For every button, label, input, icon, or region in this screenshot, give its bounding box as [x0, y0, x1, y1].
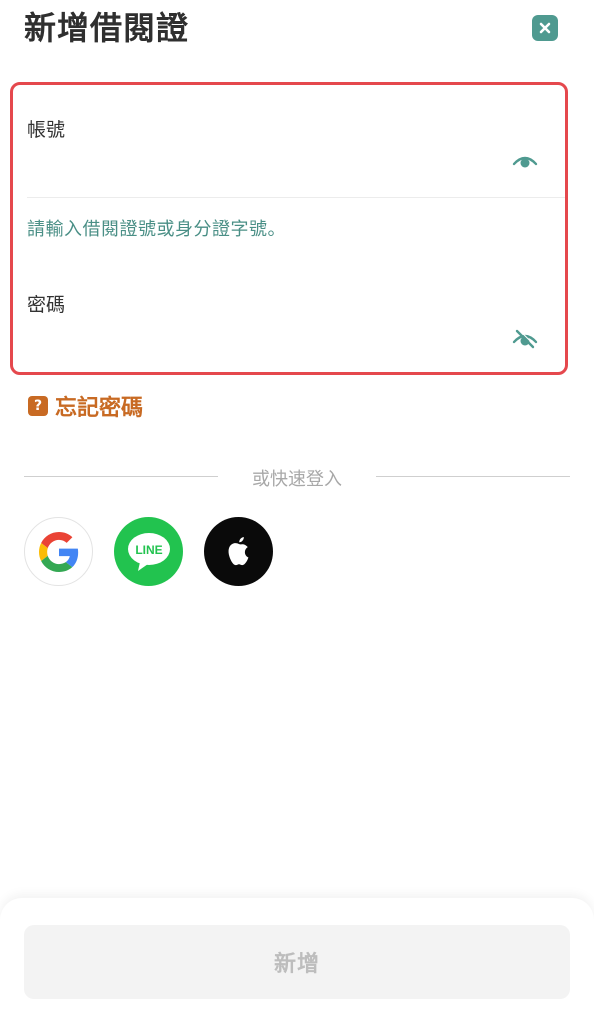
help-icon: ?: [28, 396, 48, 416]
bottom-action-panel: 新增: [0, 898, 594, 1024]
field-divider: [27, 197, 565, 198]
login-form: 帳號 請輸入借閱證號或身分證字號。 密碼: [10, 82, 568, 375]
line-icon: LINE: [127, 532, 170, 571]
page-title: 新增借閱證: [24, 9, 190, 47]
eye-off-icon: [512, 328, 538, 349]
divider-line-right: [376, 476, 570, 477]
account-label: 帳號: [27, 119, 66, 141]
google-login-button[interactable]: [24, 517, 93, 586]
forgot-password-label: 忘記密碼: [55, 396, 144, 421]
account-input[interactable]: [27, 145, 505, 175]
forgot-password-link[interactable]: ? 忘記密碼: [28, 390, 143, 422]
apple-icon: [228, 536, 248, 565]
add-library-card-page: 新增借閱證 帳號 請輸入借閱證號或身分證字號。 密碼 ? 忘記密碼 或快速登入 …: [0, 0, 594, 1024]
close-button[interactable]: [532, 15, 558, 41]
social-login-buttons: LINE: [24, 517, 273, 586]
add-button[interactable]: 新增: [24, 925, 570, 999]
account-visibility-toggle[interactable]: [511, 149, 539, 171]
line-login-button[interactable]: LINE: [114, 517, 183, 586]
password-input[interactable]: [27, 322, 505, 352]
google-icon: [38, 531, 78, 572]
account-hint: 請輸入借閱證號或身分證字號。: [27, 219, 286, 240]
quick-login-divider: 或快速登入: [24, 462, 570, 492]
password-label: 密碼: [27, 294, 66, 316]
line-icon-text: LINE: [135, 543, 162, 557]
password-visibility-toggle[interactable]: [511, 327, 539, 349]
account-field: 帳號: [13, 85, 565, 197]
eye-icon: [512, 156, 538, 168]
header: 新增借閱證: [24, 6, 570, 50]
password-field: 密碼: [13, 260, 565, 375]
close-icon: [539, 22, 551, 34]
quick-login-label: 或快速登入: [252, 469, 342, 490]
apple-login-button[interactable]: [204, 517, 273, 586]
